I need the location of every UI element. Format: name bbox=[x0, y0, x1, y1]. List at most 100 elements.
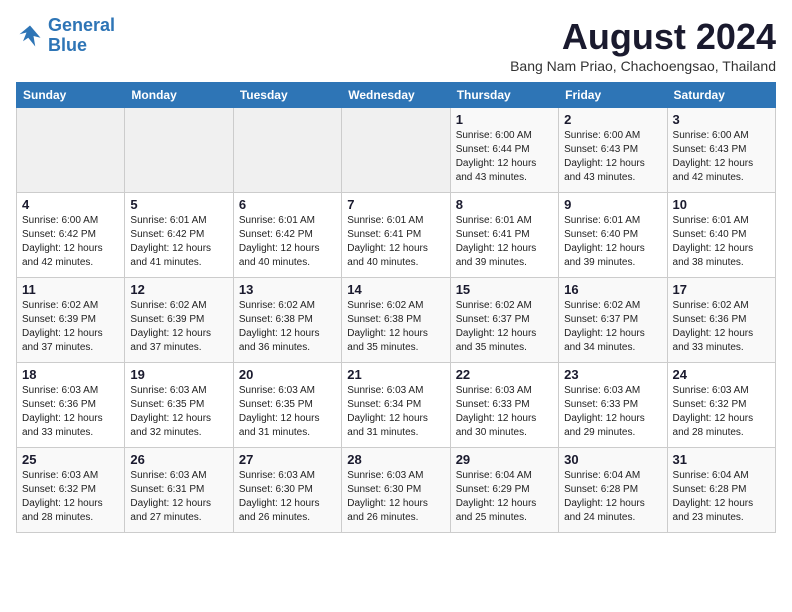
day-number: 2 bbox=[564, 112, 661, 127]
calendar-cell: 10Sunrise: 6:01 AMSunset: 6:40 PMDayligh… bbox=[667, 193, 775, 278]
day-info: Sunrise: 6:03 AMSunset: 6:30 PMDaylight:… bbox=[239, 469, 336, 525]
day-number: 16 bbox=[564, 282, 661, 297]
weekday-header: Tuesday bbox=[233, 83, 341, 108]
day-number: 28 bbox=[347, 452, 444, 467]
day-number: 18 bbox=[22, 367, 119, 382]
calendar-cell: 18 Sunrise: 6:03 AMSunset: 6:36 PMDayligh… bbox=[17, 363, 125, 448]
calendar-cell: 28 Sunrise: 6:03 AMSunset: 6:30 PMDayligh… bbox=[342, 448, 450, 533]
title-block: August 2024 Bang Nam Priao, Chachoengsao… bbox=[510, 16, 776, 74]
calendar-cell: 19Sunrise: 6:03 AMSunset: 6:35 PMDayligh… bbox=[125, 363, 233, 448]
calendar-cell: 23 Sunrise: 6:03 AMSunset: 6:33 PMDayligh… bbox=[559, 363, 667, 448]
day-info: Sunrise: 6:02 AMSunset: 6:36 PMDaylight:… bbox=[673, 299, 770, 355]
calendar-cell: 26 Sunrise: 6:03 AMSunset: 6:31 PMDayligh… bbox=[125, 448, 233, 533]
day-number: 31 bbox=[673, 452, 770, 467]
month-title: August 2024 bbox=[510, 16, 776, 58]
weekday-header: Monday bbox=[125, 83, 233, 108]
calendar-cell: 15 Sunrise: 6:02 AMSunset: 6:37 PMDayligh… bbox=[450, 278, 558, 363]
calendar-cell bbox=[125, 108, 233, 193]
calendar-cell: 2Sunrise: 6:00 AMSunset: 6:43 PMDaylight… bbox=[559, 108, 667, 193]
day-info: Sunrise: 6:01 AMSunset: 6:42 PMDaylight:… bbox=[239, 214, 336, 270]
day-number: 25 bbox=[22, 452, 119, 467]
day-info: Sunrise: 6:04 AMSunset: 6:29 PMDaylight:… bbox=[456, 469, 553, 525]
day-info: Sunrise: 6:03 AMSunset: 6:36 PMDaylight:… bbox=[22, 384, 119, 440]
day-info: Sunrise: 6:03 AMSunset: 6:34 PMDaylight:… bbox=[347, 384, 444, 440]
calendar-cell: 16 Sunrise: 6:02 AMSunset: 6:37 PMDayligh… bbox=[559, 278, 667, 363]
day-info: Sunrise: 6:03 AMSunset: 6:32 PMDaylight:… bbox=[673, 384, 770, 440]
day-info: Sunrise: 6:02 AMSunset: 6:38 PMDaylight:… bbox=[347, 299, 444, 355]
day-info: Sunrise: 6:02 AMSunset: 6:37 PMDaylight:… bbox=[564, 299, 661, 355]
calendar-cell: 4Sunrise: 6:00 AMSunset: 6:42 PMDaylight… bbox=[17, 193, 125, 278]
calendar-cell: 29Sunrise: 6:04 AMSunset: 6:29 PMDayligh… bbox=[450, 448, 558, 533]
day-number: 7 bbox=[347, 197, 444, 212]
day-number: 9 bbox=[564, 197, 661, 212]
day-info: Sunrise: 6:04 AMSunset: 6:28 PMDaylight:… bbox=[564, 469, 661, 525]
calendar-cell: 9Sunrise: 6:01 AMSunset: 6:40 PMDaylight… bbox=[559, 193, 667, 278]
calendar-cell: 21 Sunrise: 6:03 AMSunset: 6:34 PMDayligh… bbox=[342, 363, 450, 448]
day-number: 6 bbox=[239, 197, 336, 212]
weekday-header: Thursday bbox=[450, 83, 558, 108]
day-info: Sunrise: 6:03 AMSunset: 6:32 PMDaylight:… bbox=[22, 469, 119, 525]
day-number: 13 bbox=[239, 282, 336, 297]
weekday-header: Sunday bbox=[17, 83, 125, 108]
day-info: Sunrise: 6:02 AMSunset: 6:39 PMDaylight:… bbox=[130, 299, 227, 355]
day-number: 24 bbox=[673, 367, 770, 382]
calendar-cell: 11 Sunrise: 6:02 AMSunset: 6:39 PMDayligh… bbox=[17, 278, 125, 363]
calendar-cell: 25 Sunrise: 6:03 AMSunset: 6:32 PMDayligh… bbox=[17, 448, 125, 533]
day-info: Sunrise: 6:03 AMSunset: 6:35 PMDaylight:… bbox=[130, 384, 227, 440]
day-info: Sunrise: 6:03 AMSunset: 6:31 PMDaylight:… bbox=[130, 469, 227, 525]
calendar-week-row: 1Sunrise: 6:00 AMSunset: 6:44 PMDaylight… bbox=[17, 108, 776, 193]
logo-line2: Blue bbox=[48, 35, 87, 55]
day-info: Sunrise: 6:01 AMSunset: 6:42 PMDaylight:… bbox=[130, 214, 227, 270]
calendar-cell: 3Sunrise: 6:00 AMSunset: 6:43 PMDaylight… bbox=[667, 108, 775, 193]
day-number: 8 bbox=[456, 197, 553, 212]
logo-text: General Blue bbox=[48, 16, 115, 56]
day-info: Sunrise: 6:03 AMSunset: 6:35 PMDaylight:… bbox=[239, 384, 336, 440]
day-info: Sunrise: 6:02 AMSunset: 6:39 PMDaylight:… bbox=[22, 299, 119, 355]
logo-line1: General bbox=[48, 15, 115, 35]
day-number: 30 bbox=[564, 452, 661, 467]
logo: General Blue bbox=[16, 16, 115, 56]
calendar-cell: 17 Sunrise: 6:02 AMSunset: 6:36 PMDayligh… bbox=[667, 278, 775, 363]
day-number: 1 bbox=[456, 112, 553, 127]
day-number: 21 bbox=[347, 367, 444, 382]
calendar-cell: 20 Sunrise: 6:03 AMSunset: 6:35 PMDayligh… bbox=[233, 363, 341, 448]
day-info: Sunrise: 6:02 AMSunset: 6:38 PMDaylight:… bbox=[239, 299, 336, 355]
calendar-cell: 13 Sunrise: 6:02 AMSunset: 6:38 PMDayligh… bbox=[233, 278, 341, 363]
calendar-cell: 6 Sunrise: 6:01 AMSunset: 6:42 PMDaylight… bbox=[233, 193, 341, 278]
logo-icon bbox=[16, 22, 44, 50]
location-subtitle: Bang Nam Priao, Chachoengsao, Thailand bbox=[510, 58, 776, 74]
day-number: 11 bbox=[22, 282, 119, 297]
calendar-cell: 27Sunrise: 6:03 AMSunset: 6:30 PMDayligh… bbox=[233, 448, 341, 533]
day-number: 17 bbox=[673, 282, 770, 297]
calendar-table: SundayMondayTuesdayWednesdayThursdayFrid… bbox=[16, 82, 776, 533]
calendar-cell bbox=[342, 108, 450, 193]
calendar-cell bbox=[17, 108, 125, 193]
calendar-cell: 1Sunrise: 6:00 AMSunset: 6:44 PMDaylight… bbox=[450, 108, 558, 193]
day-number: 23 bbox=[564, 367, 661, 382]
day-info: Sunrise: 6:00 AMSunset: 6:42 PMDaylight:… bbox=[22, 214, 119, 270]
day-info: Sunrise: 6:02 AMSunset: 6:37 PMDaylight:… bbox=[456, 299, 553, 355]
day-info: Sunrise: 6:01 AMSunset: 6:40 PMDaylight:… bbox=[673, 214, 770, 270]
day-number: 26 bbox=[130, 452, 227, 467]
calendar-cell bbox=[233, 108, 341, 193]
weekday-header-row: SundayMondayTuesdayWednesdayThursdayFrid… bbox=[17, 83, 776, 108]
calendar-cell: 14Sunrise: 6:02 AMSunset: 6:38 PMDayligh… bbox=[342, 278, 450, 363]
day-number: 20 bbox=[239, 367, 336, 382]
weekday-header: Friday bbox=[559, 83, 667, 108]
day-info: Sunrise: 6:00 AMSunset: 6:43 PMDaylight:… bbox=[673, 129, 770, 185]
calendar-week-row: 18 Sunrise: 6:03 AMSunset: 6:36 PMDayligh… bbox=[17, 363, 776, 448]
day-info: Sunrise: 6:01 AMSunset: 6:41 PMDaylight:… bbox=[347, 214, 444, 270]
day-info: Sunrise: 6:04 AMSunset: 6:28 PMDaylight:… bbox=[673, 469, 770, 525]
calendar-cell: 5 Sunrise: 6:01 AMSunset: 6:42 PMDaylight… bbox=[125, 193, 233, 278]
weekday-header: Saturday bbox=[667, 83, 775, 108]
page-header: General Blue August 2024 Bang Nam Priao,… bbox=[16, 16, 776, 74]
day-info: Sunrise: 6:03 AMSunset: 6:33 PMDaylight:… bbox=[456, 384, 553, 440]
calendar-cell: 24 Sunrise: 6:03 AMSunset: 6:32 PMDayligh… bbox=[667, 363, 775, 448]
calendar-cell: 22Sunrise: 6:03 AMSunset: 6:33 PMDayligh… bbox=[450, 363, 558, 448]
day-number: 5 bbox=[130, 197, 227, 212]
day-info: Sunrise: 6:03 AMSunset: 6:33 PMDaylight:… bbox=[564, 384, 661, 440]
day-info: Sunrise: 6:03 AMSunset: 6:30 PMDaylight:… bbox=[347, 469, 444, 525]
day-info: Sunrise: 6:01 AMSunset: 6:41 PMDaylight:… bbox=[456, 214, 553, 270]
day-number: 15 bbox=[456, 282, 553, 297]
calendar-cell: 31 Sunrise: 6:04 AMSunset: 6:28 PMDayligh… bbox=[667, 448, 775, 533]
